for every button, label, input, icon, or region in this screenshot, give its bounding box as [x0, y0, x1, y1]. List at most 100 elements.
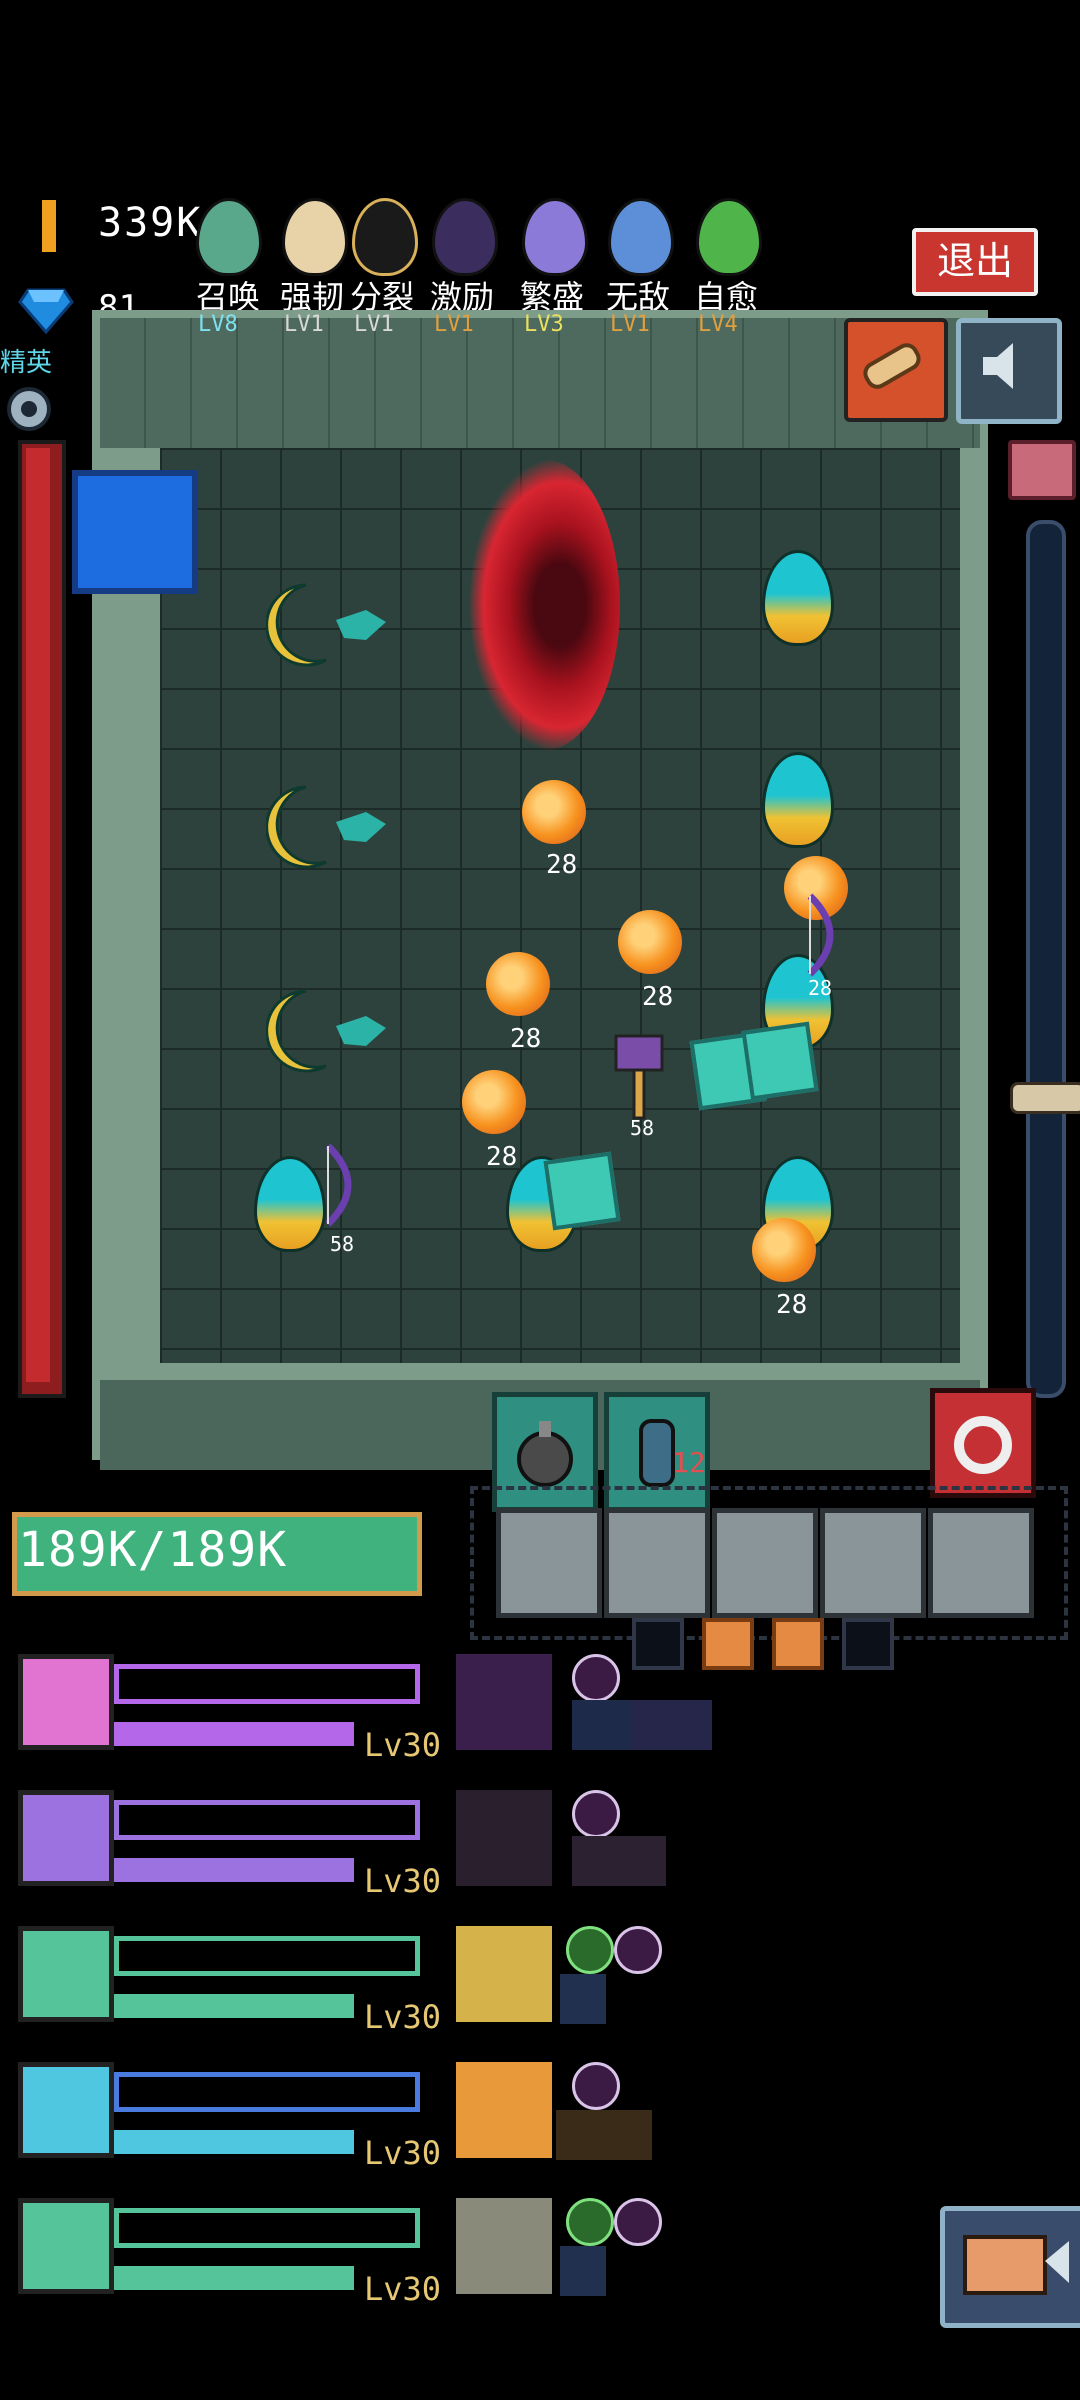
speed-slider[interactable]	[1026, 520, 1066, 1398]
queue-slot	[842, 1618, 894, 1670]
boss-progress-fill	[26, 448, 50, 1382]
skill-mini-icon	[632, 1700, 712, 1750]
weapon-xp-fill	[114, 2266, 354, 2290]
damage-number: 28	[486, 1142, 518, 1172]
weapon-xp-fill	[114, 1858, 354, 1882]
weapon-slot-hammer[interactable]	[820, 1508, 926, 1618]
player-hp-text: 189K/189K	[18, 1522, 288, 1578]
sound-button[interactable]	[956, 318, 1062, 424]
weapon-slot-hammer[interactable]	[496, 1508, 602, 1618]
weapon-xp-fill	[114, 1722, 354, 1746]
treasure-chest-icon[interactable]	[1008, 440, 1076, 500]
vortex-portal	[470, 460, 620, 750]
inventory-chest-button[interactable]	[940, 2206, 1080, 2328]
double-axe-icon[interactable]	[18, 1926, 114, 2022]
scroll-button[interactable]	[844, 318, 948, 422]
fire-orb	[752, 1218, 816, 1282]
fire-orb	[522, 780, 586, 844]
skill-portrait	[456, 1790, 552, 1886]
egg-level-heal: LV4	[698, 312, 738, 337]
fire-orb	[462, 1070, 526, 1134]
egg-summon-icon	[196, 198, 262, 276]
egg-level-prosper: LV3	[524, 312, 564, 337]
damage-number: 28	[808, 976, 833, 1000]
gold-icon	[42, 200, 56, 252]
speaker-icon	[983, 343, 1013, 389]
crescent-monster-icon	[266, 989, 386, 1073]
weapon-level: Lv30	[364, 1862, 442, 1900]
exit-button[interactable]: 退出	[912, 228, 1038, 296]
settings-ring-button[interactable]	[930, 1388, 1036, 1498]
damage-number: 58	[630, 1116, 655, 1140]
skill-mini-icon	[556, 2110, 652, 2160]
egg-level-split: LV1	[354, 312, 394, 337]
weapon-level: Lv30	[364, 2270, 442, 2308]
egg-tough-icon	[282, 198, 348, 276]
elite-eye-icon	[7, 387, 51, 431]
skill-mini-icon	[560, 1974, 606, 2024]
spell-book	[543, 1151, 621, 1231]
gem-socket[interactable]	[566, 1926, 614, 1974]
scroll-icon	[863, 343, 921, 389]
egg-level-tough: LV1	[284, 312, 324, 337]
fire-orb	[618, 910, 682, 974]
crossbow-unit-icon	[325, 1143, 352, 1227]
weapon-slot-crossbow[interactable]	[604, 1508, 710, 1618]
weapon-slot-axe[interactable]	[712, 1508, 818, 1618]
chest-icon	[963, 2235, 1069, 2295]
egg-heal-icon	[696, 198, 762, 276]
egg-split-icon	[352, 198, 418, 276]
skill-portrait	[456, 2062, 552, 2158]
gem-socket[interactable]	[614, 1926, 662, 1974]
crescent-monster-icon	[266, 785, 386, 869]
gem-socket[interactable]	[614, 2198, 662, 2246]
weapon-level: Lv30	[364, 2134, 442, 2172]
skill-mini-icon	[572, 1836, 666, 1886]
elite-label: 精英	[0, 348, 53, 378]
weapon-xp-bar	[114, 1664, 420, 1704]
skill-portrait	[456, 1654, 552, 1750]
skill-mini-icon	[560, 2246, 606, 2296]
gem-socket[interactable]	[566, 2198, 614, 2246]
weapon-xp-bar	[114, 1800, 420, 1840]
egg-inspire-icon	[432, 198, 498, 276]
gem-socket[interactable]	[572, 2062, 620, 2110]
crescent-monster-icon	[266, 583, 386, 667]
hammer-icon[interactable]	[18, 2062, 114, 2158]
double-axe-icon[interactable]	[18, 2198, 114, 2294]
egg-prosper-icon	[522, 198, 588, 276]
fire-orb	[486, 952, 550, 1016]
weapon-xp-bar	[114, 2072, 420, 2112]
egg-level-inspire: LV1	[434, 312, 474, 337]
weapon-slot-axe[interactable]	[928, 1508, 1034, 1618]
slot-badge: 12	[672, 1446, 706, 1479]
ring-icon	[954, 1416, 1012, 1474]
queue-slot	[632, 1618, 684, 1670]
damage-number: 28	[510, 1024, 542, 1054]
queue-slot	[772, 1618, 824, 1670]
skill-portrait	[456, 1926, 552, 2022]
egg-level-invincible: LV1	[610, 312, 650, 337]
damage-number: 28	[546, 850, 578, 880]
gem-socket[interactable]	[572, 1654, 620, 1702]
speed-slider-handle[interactable]	[1010, 1082, 1080, 1114]
weapon-xp-fill	[114, 1994, 354, 2018]
damage-number: 28	[776, 1290, 808, 1320]
weapon-xp-bar	[114, 1936, 420, 1976]
gem-socket[interactable]	[572, 1790, 620, 1838]
hammer-unit-icon	[614, 1034, 664, 1120]
crossbow-icon[interactable]	[18, 1790, 114, 1886]
queue-slot	[702, 1618, 754, 1670]
spawn-portal	[72, 470, 198, 594]
weapon-level: Lv30	[364, 1998, 442, 2036]
skill-mini-icon	[572, 1700, 632, 1750]
crossbow-unit-icon	[807, 893, 834, 977]
skill-portrait	[456, 2198, 552, 2294]
egg-invincible-icon	[608, 198, 674, 276]
weapon-xp-bar	[114, 2208, 420, 2248]
pickaxe-icon[interactable]	[18, 1654, 114, 1750]
damage-number: 58	[330, 1232, 355, 1256]
gem-icon	[18, 288, 74, 335]
weapon-xp-fill	[114, 2130, 354, 2154]
egg-level-summon: LV8	[198, 312, 238, 337]
